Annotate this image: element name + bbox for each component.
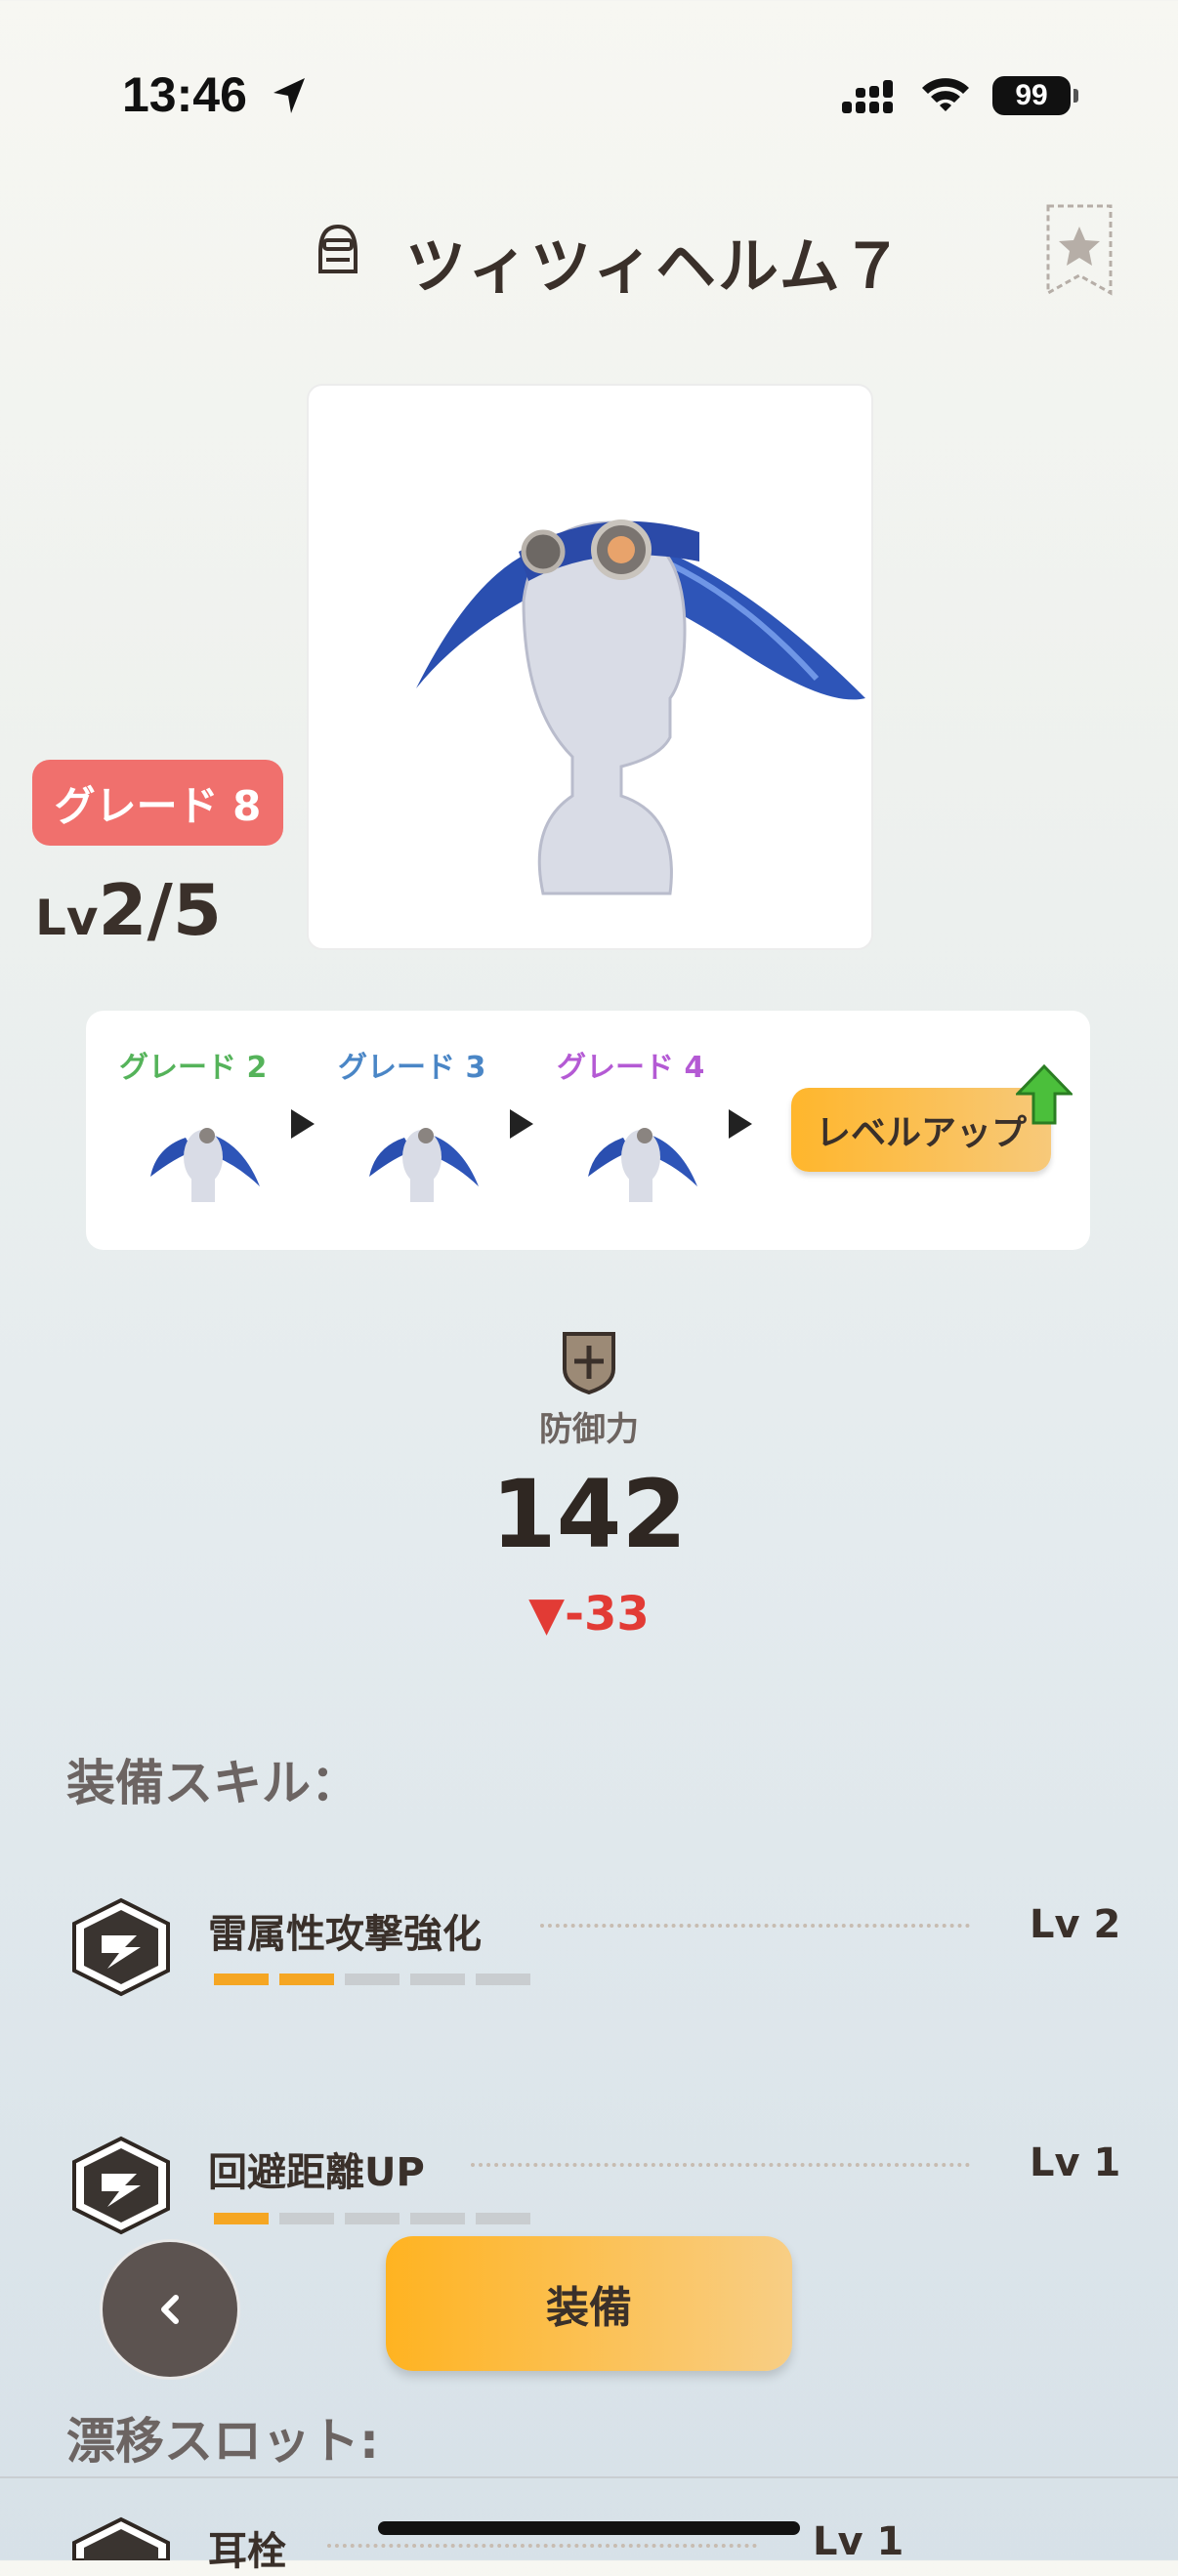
slot-name: 耳栓 [208,2529,286,2574]
item-level: Lv2/5 [35,869,222,951]
skill-level-segment [410,1974,465,1985]
back-button[interactable] [100,2239,240,2380]
skill-level-segment [345,2213,400,2224]
skill-name: 雷属性攻撃強化 [208,1912,482,1957]
shield-defense-icon [563,1332,615,1394]
stat-diff: ▼-33 [528,1587,650,1641]
skill-leader-line [471,2163,970,2167]
home-indicator[interactable] [378,2521,800,2535]
level-up-arrow-icon [1016,1064,1073,1125]
slot-section-title: 漂移スロット: [66,2413,379,2470]
skill-level-bar [214,2213,546,2226]
helmet-category-icon [318,224,358,273]
arrow-right-icon [291,1109,315,1139]
status-time: 13:46 [122,67,247,122]
item-image-frame [307,384,873,950]
skill-level-segment [214,1974,269,1985]
stat-value: 142 [490,1460,688,1569]
battery-indicator: 99 [992,76,1078,115]
skill-level-segment [279,2213,334,2224]
skill-name: 回避距離UP [208,2150,425,2195]
page-title: ツィツィヘルム７ [405,230,905,302]
skill-level-segment [410,2213,465,2224]
grade-step-label: グレード 4 [557,1051,705,1085]
skill-emblem-icon [72,2136,170,2235]
grade-4-thumbnail [588,1128,697,1202]
arrow-right-icon [510,1109,533,1139]
level-value: 2/5 [98,869,222,951]
slot-level: Lv 1 [813,2519,905,2564]
chevron-left-icon [161,2295,179,2324]
skill-level-bar [214,1974,546,1987]
grade-step-label: グレード 3 [338,1051,486,1085]
grade-3-thumbnail [369,1128,479,1202]
arrow-right-icon [729,1109,752,1139]
skill-level-segment [279,1974,334,1985]
divider [0,2476,1178,2478]
grade-2-thumbnail [150,1128,260,1202]
level-prefix: Lv [35,890,99,946]
skill-emblem-icon [72,1897,170,1997]
skill-level-segment [214,2213,269,2224]
stat-label: 防御力 [539,1410,639,1449]
skill-level-segment [476,1974,530,1985]
wifi-icon [922,78,969,111]
helmet-item-image [416,519,865,895]
slot-emblem-icon [72,2516,170,2560]
cellular-signal-icon [842,80,893,113]
location-arrow-icon [273,78,305,113]
grade-badge: グレード 8 [32,760,283,846]
skill-level-segment [476,2213,530,2224]
skill-level-segment [345,1974,400,1985]
skill-level: Lv 2 [1030,1902,1121,1947]
equip-button[interactable]: 装備 [386,2236,792,2371]
favorite-bookmark-icon[interactable] [1045,203,1114,297]
skill-leader-line [540,1924,970,1928]
skill-level: Lv 1 [1030,2140,1121,2185]
grade-step-label: グレード 2 [119,1051,268,1085]
level-up-button[interactable]: レベルアップ [791,1088,1051,1172]
skills-section-title: 装備スキル： [66,1755,359,1811]
skill-leader-line [327,2544,757,2548]
